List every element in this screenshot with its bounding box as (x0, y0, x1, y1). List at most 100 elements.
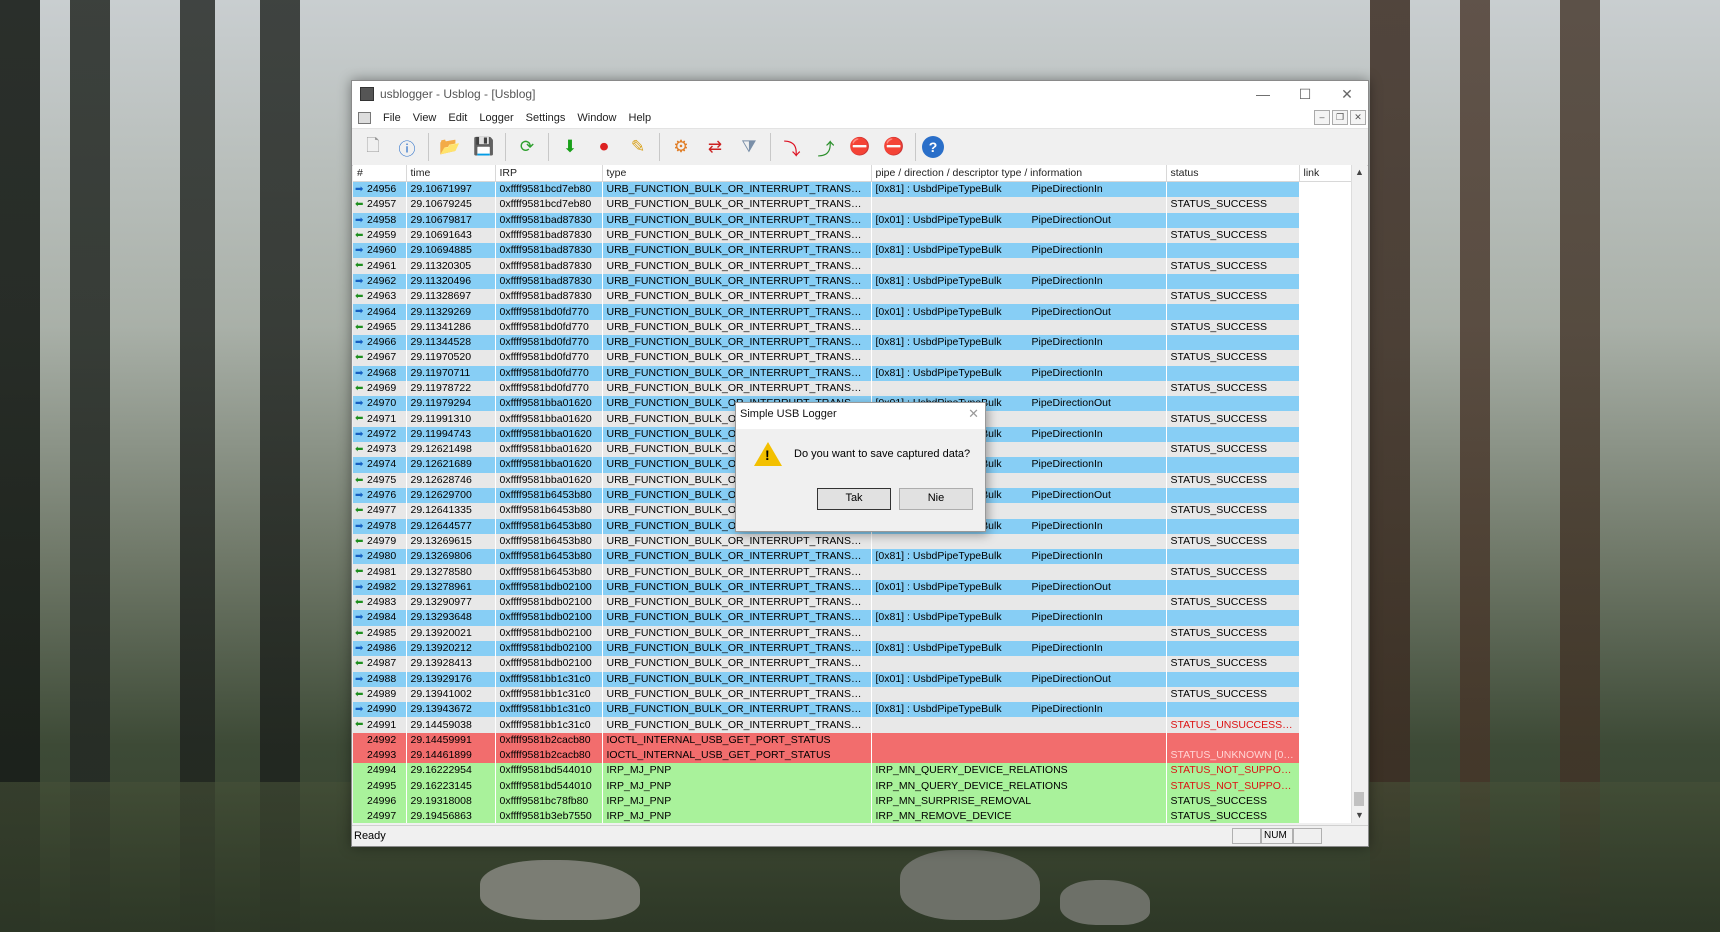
arrow-left-icon: ⬅ (355, 627, 364, 639)
edit-icon[interactable]: ✎ (623, 132, 653, 162)
cell-link (1299, 426, 1353, 443)
mdi-minimize-button[interactable]: – (1314, 110, 1330, 125)
save-icon[interactable]: 💾 (469, 132, 499, 162)
record-icon[interactable]: ⏺ (589, 132, 619, 162)
cell-type-text: URB_FUNCTION_BULK_OR_INTERRUPT_TRANSFER (606, 351, 871, 364)
stop-down-icon[interactable]: ⛔ (845, 132, 875, 162)
table-row[interactable]: ➡ 24984 29.13293648 0xffff9581bdb02100 URB_F… (353, 610, 1353, 626)
column-header-info[interactable]: pipe / direction / descriptor type / inf… (871, 165, 1167, 182)
menu-logger[interactable]: Logger (473, 112, 519, 124)
scroll-down-icon[interactable]: ▼ (1352, 808, 1367, 823)
table-row[interactable]: ⬅ 24979 29.13269615 0xffff9581b6453b80 URB_F… (353, 533, 1353, 550)
mdi-restore-button[interactable]: ❐ (1332, 110, 1348, 125)
cell-link (1299, 503, 1353, 519)
menu-edit[interactable]: Edit (442, 112, 473, 124)
table-row[interactable]: ⬅ 24987 29.13928413 0xffff9581bdb02100 URB_F… (353, 656, 1353, 672)
table-row[interactable]: ⬅ 24985 29.13920021 0xffff9581bdb02100 URB_F… (353, 625, 1353, 641)
table-row[interactable]: ➡ 24990 29.13943672 0xffff9581bb1c31c0 URB_F… (353, 702, 1353, 718)
menu-file[interactable]: File (377, 112, 407, 124)
table-row[interactable]: ⬅ 24989 29.13941002 0xffff9581bb1c31c0 URB_F… (353, 686, 1353, 703)
table-row[interactable]: ➡ 24964 29.11329269 0xffff9581bd0fd770 URB_F… (353, 304, 1353, 320)
column-header-type[interactable]: type (602, 165, 872, 182)
table-row[interactable]: ➡ 24958 29.10679817 0xffff9581bad87830 URB_F… (353, 212, 1353, 228)
new-document-icon[interactable]: 🗋 (358, 132, 388, 162)
cell-time-text: 29.10691643 (410, 229, 472, 242)
menu-view[interactable]: View (407, 112, 443, 124)
settings-gear-icon[interactable]: ⚙ (666, 132, 696, 162)
table-row[interactable]: ➡ 24980 29.13269806 0xffff9581b6453b80 URB_F… (353, 549, 1353, 565)
cell-number-text: 24985 (367, 626, 397, 639)
table-row[interactable]: 24996 29.19318008 0xffff9581bc78fb80 IRP_MJ… (353, 793, 1353, 810)
menu-settings[interactable]: Settings (520, 112, 572, 124)
move-down-icon[interactable]: ⤵ (777, 132, 807, 162)
cell-link (1299, 181, 1353, 198)
table-row[interactable]: ➡ 24968 29.11970711 0xffff9581bd0fd770 URB_F… (353, 365, 1353, 381)
no-button[interactable]: Nie (899, 488, 973, 510)
cell-time: 29.11329269 (406, 304, 496, 320)
table-row[interactable]: ➡ 24986 29.13920212 0xffff9581bdb02100 URB_F… (353, 640, 1353, 657)
cell-info-text: [0x81] : UsbdPipeTypeBulk (875, 611, 1002, 624)
column-header-number[interactable]: # (353, 165, 407, 182)
cell-irp: 0xffff9581bad87830 (495, 243, 603, 259)
cell-type-text: URB_FUNCTION_BULK_OR_INTERRUPT_TRANSFER (606, 565, 871, 578)
cell-type: URB_FUNCTION_BULK_OR_INTERRUPT_TRANSFER (602, 304, 872, 320)
refresh-icon[interactable]: ⟳ (512, 132, 542, 162)
yes-button[interactable]: Tak (817, 488, 891, 510)
title-bar[interactable]: usblogger - Usblog - [Usblog] — ☐ ✕ (352, 81, 1368, 107)
table-row[interactable]: ➡ 24960 29.10694885 0xffff9581bad87830 URB_F… (353, 243, 1353, 259)
column-header-irp[interactable]: IRP (495, 165, 603, 182)
column-header-status[interactable]: status (1166, 165, 1300, 182)
cell-number: ➡ 24956 (353, 181, 407, 198)
dialog-title-bar[interactable]: Simple USB Logger ✕ (736, 403, 985, 429)
download-icon[interactable]: ⬇ (555, 132, 585, 162)
vertical-scrollbar[interactable]: ▲ ▼ (1351, 165, 1367, 823)
info-icon[interactable]: ⓘ (392, 132, 422, 162)
table-row[interactable]: ⬅ 24981 29.13278580 0xffff9581b6453b80 URB_F… (353, 564, 1353, 580)
menu-help[interactable]: Help (623, 112, 658, 124)
table-row[interactable]: 24995 29.16223145 0xffff9581bd544010 IRP_MJ… (353, 778, 1353, 794)
cell-irp-text: 0xffff9581bad87830 (499, 274, 592, 287)
table-row[interactable]: ➡ 24982 29.13278961 0xffff9581bdb02100 URB_F… (353, 579, 1353, 596)
table-row[interactable]: ⬅ 24983 29.13290977 0xffff9581bdb02100 URB_F… (353, 595, 1353, 611)
menu-window[interactable]: Window (571, 112, 622, 124)
maximize-button[interactable]: ☐ (1284, 81, 1326, 107)
scroll-up-icon[interactable]: ▲ (1352, 165, 1367, 180)
table-row[interactable]: 24993 29.14461899 0xffff9581b2cacb80 IOCTL_… (353, 747, 1353, 764)
open-folder-icon[interactable]: 📂 (435, 132, 465, 162)
filter-icon[interactable]: ⧩ (734, 132, 764, 162)
table-row[interactable]: ➡ 24988 29.13929176 0xffff9581bb1c31c0 URB_F… (353, 671, 1353, 687)
dialog-close-icon[interactable]: ✕ (968, 403, 979, 425)
cell-link (1299, 304, 1353, 320)
table-row[interactable]: 24997 29.19456863 0xffff9581b3eb7550 IRP_MJ… (353, 809, 1353, 823)
table-row[interactable]: ⬅ 24959 29.10691643 0xffff9581bad87830 URB_F… (353, 227, 1353, 244)
status-panel-empty (1292, 828, 1322, 844)
document-icon[interactable] (358, 111, 371, 124)
cell-irp: 0xffff9581bd544010 (495, 763, 603, 779)
table-row[interactable]: 24992 29.14459991 0xffff9581b2cacb80 IOCTL_… (353, 732, 1353, 748)
scroll-thumb[interactable] (1354, 792, 1364, 806)
sync-icon[interactable]: ⇄ (700, 132, 730, 162)
mdi-close-button[interactable]: ✕ (1350, 110, 1366, 125)
table-row[interactable]: ⬅ 24991 29.14459038 0xffff9581bb1c31c0 URB_F… (353, 717, 1353, 733)
cell-status-text: STATUS_SUCCESS (1170, 565, 1267, 578)
minimize-button[interactable]: — (1242, 81, 1284, 107)
column-header-time[interactable]: time (406, 165, 496, 182)
table-row[interactable]: ⬅ 24957 29.10679245 0xffff9581bcd7eb80 URB_F… (353, 197, 1353, 213)
table-row[interactable]: ⬅ 24963 29.11328697 0xffff9581bad87830 URB_F… (353, 289, 1353, 305)
table-row[interactable]: ⬅ 24967 29.11970520 0xffff9581bd0fd770 URB_F… (353, 350, 1353, 366)
column-header-link[interactable]: link (1299, 165, 1353, 182)
cell-type-text: URB_FUNCTION_BULK_OR_INTERRUPT_TRANSFER (606, 534, 871, 547)
table-row[interactable]: 24994 29.16222954 0xffff9581bd544010 IRP_MJ… (353, 763, 1353, 779)
table-row[interactable]: ⬅ 24961 29.11320305 0xffff9581bad87830 URB_F… (353, 258, 1353, 274)
cell-time-text: 29.11320305 (410, 259, 472, 272)
table-row[interactable]: ⬅ 24969 29.11978722 0xffff9581bd0fd770 URB_F… (353, 380, 1353, 397)
stop-up-icon[interactable]: ⛔ (879, 132, 909, 162)
help-icon[interactable]: ? (922, 136, 944, 158)
table-row[interactable]: ➡ 24956 29.10671997 0xffff9581bcd7eb80 URB_F… (353, 181, 1353, 198)
table-row[interactable]: ➡ 24962 29.11320496 0xffff9581bad87830 URB_F… (353, 273, 1353, 290)
table-row[interactable]: ⬅ 24965 29.11341286 0xffff9581bd0fd770 URB_F… (353, 319, 1353, 335)
close-button[interactable]: ✕ (1326, 81, 1368, 107)
table-row[interactable]: ➡ 24966 29.11344528 0xffff9581bd0fd770 URB_F… (353, 334, 1353, 351)
cell-status-text: STATUS_NOT_SUPPORT... (1170, 764, 1299, 777)
move-up-icon[interactable]: ⤴ (811, 132, 841, 162)
